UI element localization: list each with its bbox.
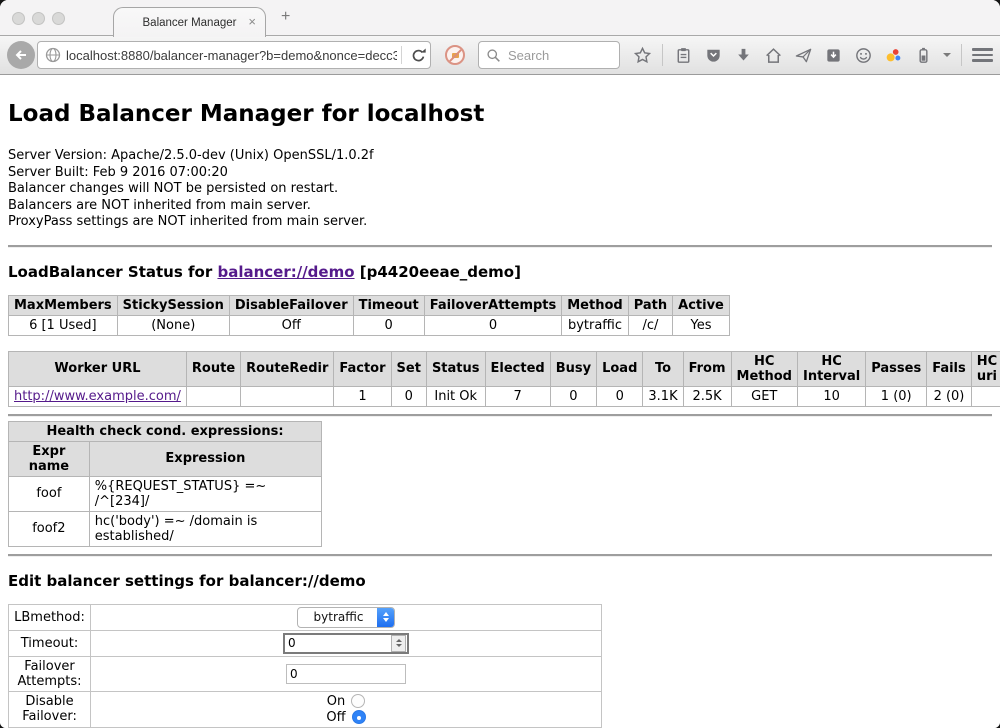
- browser-window: Balancer Manager localhost:8880/balancer…: [0, 0, 1000, 728]
- health-row: foof %{REQUEST_STATUS} =~ /^[234]/: [9, 476, 322, 511]
- browser-tab[interactable]: Balancer Manager: [113, 7, 266, 37]
- page-title: Load Balancer Manager for localhost: [8, 101, 992, 127]
- feedback-smiley-icon[interactable]: [853, 45, 873, 65]
- balancer-status-table: MaxMembers StickySession DisableFailover…: [8, 295, 730, 336]
- col-timeout: Timeout: [353, 295, 424, 315]
- reload-icon: [410, 47, 427, 64]
- server-version-line: Server Version: Apache/2.5.0-dev (Unix) …: [8, 148, 992, 165]
- health-table-title: Health check cond. expressions:: [9, 421, 322, 441]
- health-row: foof2 hc('body') =~ /domain is establish…: [9, 511, 322, 546]
- col-expression: Expression: [89, 441, 321, 476]
- disable-failover-off-radio[interactable]: [352, 710, 366, 724]
- battery-status-icon[interactable]: [913, 45, 933, 65]
- lbmethod-selected-value: bytraffic: [298, 610, 378, 624]
- pocket-icon[interactable]: [703, 45, 723, 65]
- balancer-link[interactable]: balancer://demo: [217, 263, 354, 281]
- col-disablefailover: DisableFailover: [229, 295, 353, 315]
- window-zoom-button[interactable]: [52, 12, 65, 25]
- inherit-note-line: Balancers are NOT inherited from main se…: [8, 198, 992, 215]
- balancer-status-heading: LoadBalancer Status for balancer://demo …: [8, 263, 992, 281]
- download-icon[interactable]: [733, 45, 753, 65]
- address-bar[interactable]: localhost:8880/balancer-manager?b=demo&n…: [37, 41, 431, 69]
- tab-bar: Balancer Manager: [0, 0, 1000, 36]
- col-active: Active: [673, 295, 730, 315]
- blocked-plugin-icon[interactable]: [445, 45, 465, 65]
- balancer-header-row: MaxMembers StickySession DisableFailover…: [9, 295, 730, 315]
- globe-icon: [44, 46, 62, 64]
- menu-icon[interactable]: [972, 48, 993, 62]
- status-heading-prefix: LoadBalancer Status for: [8, 263, 217, 281]
- timeout-label: Timeout:: [9, 630, 91, 656]
- number-spinner-icon[interactable]: [391, 635, 406, 652]
- toolbar-divider: [662, 44, 663, 66]
- edit-settings-heading: Edit balancer settings for balancer://de…: [8, 572, 992, 590]
- col-method: Method: [562, 295, 628, 315]
- lbmethod-row: LBmethod: bytraffic: [9, 604, 602, 630]
- worker-table: Worker URL Route RouteRedir Factor Set S…: [8, 351, 1000, 407]
- health-header-row: Expr name Expression: [9, 441, 322, 476]
- toolbar-divider: [961, 44, 962, 66]
- url-text[interactable]: localhost:8880/balancer-manager?b=demo&n…: [66, 48, 397, 63]
- back-button[interactable]: [7, 41, 35, 69]
- timeout-field-wrap: [283, 633, 409, 654]
- extension-download-icon[interactable]: [823, 45, 843, 65]
- server-built-line: Server Built: Feb 9 2016 07:00:20: [8, 165, 992, 182]
- balancer-data-row: 6 [1 Used] (None) Off 0 0 bytraffic /c/ …: [9, 315, 730, 335]
- search-icon: [486, 48, 501, 63]
- timeout-row: Timeout:: [9, 630, 602, 656]
- navigation-toolbar: localhost:8880/balancer-manager?b=demo&n…: [0, 36, 1000, 75]
- radio-off-label: Off: [326, 710, 345, 725]
- status-heading-suffix: [p4420eeae_demo]: [355, 263, 521, 281]
- divider: [8, 414, 992, 417]
- failover-attempts-input[interactable]: [286, 664, 406, 684]
- col-worker-url: Worker URL: [9, 351, 187, 386]
- overflow-caret-icon[interactable]: [943, 53, 951, 57]
- col-path: Path: [628, 295, 672, 315]
- window-close-button[interactable]: [12, 12, 25, 25]
- urlbar-divider: [401, 46, 402, 64]
- divider: [8, 245, 992, 248]
- disable-failover-on-radio[interactable]: [351, 694, 365, 708]
- lbmethod-label: LBmethod:: [9, 604, 91, 630]
- health-title-row: Health check cond. expressions:: [9, 421, 322, 441]
- timeout-input[interactable]: [285, 636, 391, 650]
- radio-on-label: On: [327, 694, 345, 709]
- balancer-settings-form: LBmethod: bytraffic Timeout:: [8, 604, 602, 728]
- worker-url-link[interactable]: http://www.example.com/: [14, 389, 181, 404]
- persist-note-line: Balancer changes will NOT be persisted o…: [8, 181, 992, 198]
- reload-button[interactable]: [406, 47, 430, 64]
- window-minimize-button[interactable]: [32, 12, 45, 25]
- proxypass-note-line: ProxyPass settings are NOT inherited fro…: [8, 214, 992, 231]
- new-tab-icon[interactable]: [281, 8, 290, 26]
- slash-icon: [448, 47, 465, 64]
- failover-attempts-row: Failover Attempts:: [9, 656, 602, 691]
- tab-title: Balancer Manager: [143, 17, 237, 29]
- colorful-extension-icon[interactable]: [883, 45, 903, 65]
- bookmark-star-icon[interactable]: [632, 45, 652, 65]
- select-stepper-icon: [377, 608, 394, 627]
- health-check-table: Health check cond. expressions: Expr nam…: [8, 421, 322, 547]
- home-icon[interactable]: [763, 45, 783, 65]
- worker-data-row: http://www.example.com/ 1 0 Init Ok 7 0 …: [9, 386, 1000, 406]
- col-maxmembers: MaxMembers: [9, 295, 118, 315]
- lbmethod-select[interactable]: bytraffic: [297, 607, 396, 628]
- tab-close-icon[interactable]: [248, 14, 256, 29]
- divider: [8, 554, 992, 557]
- toolbar-icon-row: [632, 41, 1000, 69]
- send-to-device-icon[interactable]: [793, 45, 813, 65]
- search-bar[interactable]: [478, 41, 620, 69]
- page-content: Load Balancer Manager for localhost Serv…: [0, 75, 1000, 728]
- failover-attempts-label: Failover Attempts:: [9, 656, 91, 691]
- back-arrow-icon: [13, 47, 29, 63]
- col-stickysession: StickySession: [117, 295, 229, 315]
- reading-list-icon[interactable]: [673, 45, 693, 65]
- worker-header-row: Worker URL Route RouteRedir Factor Set S…: [9, 351, 1000, 386]
- col-expr-name: Expr name: [9, 441, 90, 476]
- disable-failover-row: Disable Failover: On Off: [9, 691, 602, 727]
- disable-failover-label: Disable Failover:: [9, 691, 91, 727]
- search-input[interactable]: [506, 47, 619, 64]
- col-failoverattempts: FailoverAttempts: [424, 295, 562, 315]
